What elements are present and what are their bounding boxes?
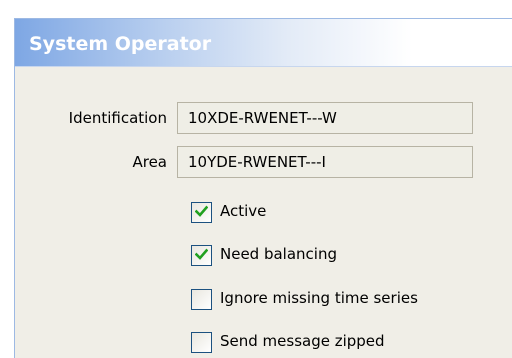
need-balancing-checkbox[interactable] (191, 245, 212, 266)
panel-header: System Operator (15, 19, 512, 67)
send-message-zipped-checkbox-row[interactable]: Send message zipped (191, 331, 511, 355)
check-icon (195, 205, 208, 217)
send-message-zipped-label: Send message zipped (220, 332, 385, 350)
ignore-missing-time-series-checkbox[interactable] (191, 289, 212, 310)
active-checkbox[interactable] (191, 202, 212, 223)
area-label: Area (132, 153, 167, 171)
window: System Operator Identification 10XDE-RWE… (0, 0, 512, 358)
identification-value: 10XDE-RWENET---W (188, 109, 337, 127)
need-balancing-checkbox-row[interactable]: Need balancing (191, 244, 511, 268)
active-checkbox-row[interactable]: Active (191, 201, 511, 225)
identification-field[interactable]: 10XDE-RWENET---W (177, 102, 473, 134)
area-field[interactable]: 10YDE-RWENET---I (177, 146, 473, 178)
need-balancing-label: Need balancing (220, 245, 337, 263)
check-icon (195, 248, 208, 260)
identification-label: Identification (68, 109, 167, 127)
send-message-zipped-checkbox[interactable] (191, 332, 212, 353)
panel-title: System Operator (29, 33, 212, 55)
ignore-missing-time-series-checkbox-row[interactable]: Ignore missing time series (191, 288, 511, 312)
system-operator-panel: System Operator Identification 10XDE-RWE… (14, 18, 512, 358)
ignore-missing-time-series-label: Ignore missing time series (220, 289, 418, 307)
area-value: 10YDE-RWENET---I (188, 153, 326, 171)
active-label: Active (220, 202, 267, 220)
